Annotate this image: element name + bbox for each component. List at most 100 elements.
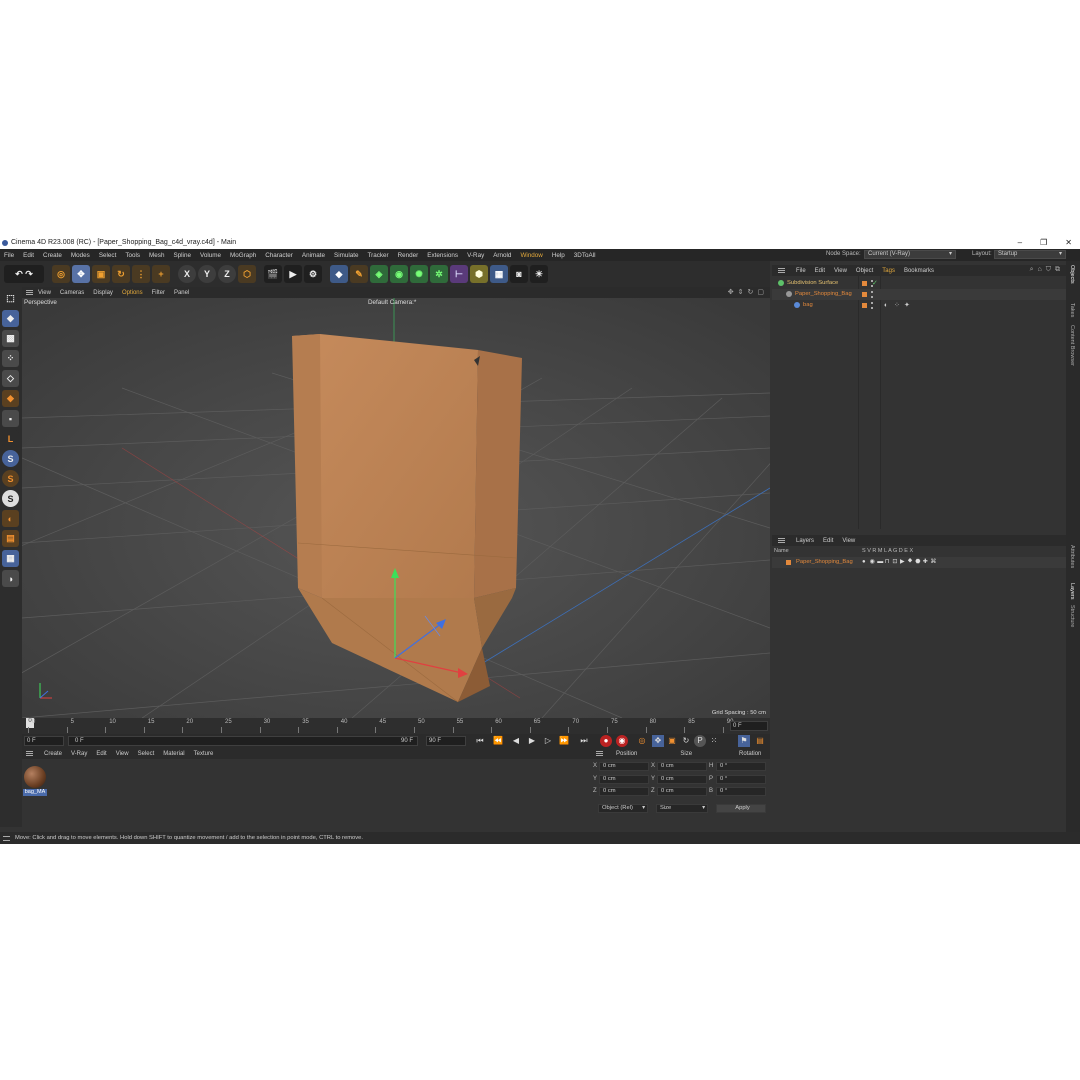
layer-generators-icon[interactable]: ⯁: [908, 557, 913, 568]
quantize-icon[interactable]: S: [2, 490, 19, 507]
coordinate-system-icon[interactable]: ⬡: [238, 265, 256, 283]
menu-simulate[interactable]: Simulate: [334, 252, 359, 259]
viewport-menu-cameras[interactable]: Cameras: [60, 290, 84, 296]
rotation-field[interactable]: 0 °: [716, 774, 766, 784]
record-icon[interactable]: ●: [600, 735, 612, 747]
visibility-dots-icon[interactable]: [871, 291, 873, 298]
visibility-dots-icon[interactable]: [871, 302, 873, 309]
rotate-icon[interactable]: ↻: [112, 265, 130, 283]
menu-select[interactable]: Select: [99, 252, 117, 259]
object-menu-object[interactable]: Object: [856, 268, 873, 274]
key-scale-icon[interactable]: ▣: [666, 735, 678, 747]
filter-icon[interactable]: ⛉: [1046, 266, 1051, 274]
workplane-icon[interactable]: ▤: [2, 530, 19, 547]
z-axis-lock-icon[interactable]: Z: [218, 265, 236, 283]
object-menu-edit[interactable]: Edit: [815, 268, 825, 274]
object-menu-view[interactable]: View: [834, 268, 847, 274]
layer-menu-icon[interactable]: [778, 538, 785, 543]
layer-render-icon[interactable]: ▬: [877, 557, 883, 568]
side-tab-attributes[interactable]: Attributes: [1069, 545, 1075, 568]
keyframe-selection-icon[interactable]: ◎: [636, 735, 648, 747]
menu-tools[interactable]: Tools: [125, 252, 140, 259]
key-parameter-icon[interactable]: P: [694, 735, 706, 747]
layout-dropdown[interactable]: Startup ▾: [994, 250, 1066, 259]
uv-mode-icon[interactable]: ▪: [2, 410, 19, 427]
minimize-button[interactable]: –: [1018, 236, 1022, 249]
object-row[interactable]: Paper_Shopping_Bag: [772, 289, 1066, 300]
snap-icon[interactable]: S: [2, 450, 19, 467]
x-axis-lock-icon[interactable]: X: [178, 265, 196, 283]
menu-animate[interactable]: Animate: [302, 252, 325, 259]
autokey-icon[interactable]: ◉: [616, 735, 628, 747]
layer-menu-edit[interactable]: Edit: [823, 538, 833, 544]
texture-mode-icon[interactable]: ▩: [2, 330, 19, 347]
layer-menu-layers[interactable]: Layers: [796, 538, 814, 544]
menu-character[interactable]: Character: [265, 252, 293, 259]
rotate-view-icon[interactable]: ↻: [748, 288, 754, 296]
y-axis-lock-icon[interactable]: Y: [198, 265, 216, 283]
layer-animation-icon[interactable]: ▶: [900, 557, 905, 568]
side-tab-layers[interactable]: Layers: [1069, 583, 1075, 600]
layer-menu-view[interactable]: View: [842, 538, 855, 544]
side-tab-content-browser[interactable]: Content Browser: [1069, 325, 1075, 366]
viewport-menu-options[interactable]: Options: [122, 290, 143, 296]
toggle-view-icon[interactable]: ▢: [757, 288, 764, 296]
pen-icon[interactable]: ✎: [350, 265, 368, 283]
rotation-field[interactable]: 0 °: [716, 787, 766, 796]
layer-color-icon[interactable]: [862, 281, 867, 286]
viewport-menu-filter[interactable]: Filter: [152, 290, 165, 296]
new-window-icon[interactable]: ⧉: [1055, 266, 1060, 274]
coordinates-menu-icon[interactable]: [596, 751, 603, 756]
menu-volume[interactable]: Volume: [200, 252, 221, 259]
menu-v-ray[interactable]: V-Ray: [467, 252, 484, 259]
object-menu-tags[interactable]: Tags: [882, 268, 895, 274]
layer-xref-icon[interactable]: ⌘: [930, 557, 936, 568]
zoom-view-icon[interactable]: ⇕: [738, 288, 744, 296]
live-selection-icon[interactable]: ◎: [52, 265, 70, 283]
key-pla-icon[interactable]: ⁙: [708, 735, 720, 747]
end-frame-field[interactable]: 90 F: [426, 736, 466, 746]
apply-button[interactable]: Apply: [716, 804, 766, 813]
node-space-dropdown[interactable]: Current (V-Ray) ▾: [864, 250, 956, 259]
size-field[interactable]: 0 cm: [657, 787, 707, 796]
camera-icon[interactable]: ◙: [510, 265, 528, 283]
key-rotation-icon[interactable]: ↻: [680, 735, 692, 747]
rotation-field[interactable]: 0 °: [716, 762, 766, 771]
layer-color-icon[interactable]: [862, 303, 867, 308]
close-button[interactable]: ✕: [1065, 236, 1072, 249]
undo-redo-icon[interactable]: ↶ ↷: [4, 265, 44, 283]
key-position-icon[interactable]: ✥: [652, 735, 664, 747]
material-menu-material[interactable]: Material: [163, 751, 184, 757]
position-field[interactable]: 0 cm: [599, 787, 649, 796]
menu-3dtoall[interactable]: 3DToAll: [574, 252, 596, 259]
material-menu-v-ray[interactable]: V-Ray: [71, 751, 87, 757]
recent-tools-icon[interactable]: ⋮: [132, 265, 150, 283]
cube-icon[interactable]: ◆: [330, 265, 348, 283]
layer-manager-icon[interactable]: ⊓: [885, 557, 890, 568]
search-icon[interactable]: ⌕: [1030, 266, 1034, 274]
light-icon[interactable]: ☀: [530, 265, 548, 283]
menu-window[interactable]: Window: [520, 252, 542, 259]
menu-extensions[interactable]: Extensions: [427, 252, 458, 259]
start-frame-field[interactable]: 0 F: [24, 736, 64, 746]
prev-frame-icon[interactable]: ◀: [510, 735, 522, 747]
material-swatch[interactable]: bag_MA: [23, 765, 47, 796]
size-mode-dropdown[interactable]: Size ▾: [656, 804, 708, 813]
next-frame-icon[interactable]: ▷: [542, 735, 554, 747]
position-field[interactable]: 0 cm: [599, 774, 649, 784]
viewport-menu-panel[interactable]: Panel: [174, 290, 189, 296]
timeline-end-field[interactable]: 0 F: [730, 721, 768, 731]
snap-settings-icon[interactable]: S: [2, 470, 19, 487]
side-tab-structure[interactable]: Structure: [1069, 605, 1075, 627]
bend-icon[interactable]: ⊢: [450, 265, 468, 283]
maximize-button[interactable]: ❐: [1040, 236, 1047, 249]
tweak-mode-icon[interactable]: ◐: [2, 510, 19, 527]
coordinate-mode-dropdown[interactable]: Object (Rel) ▾: [598, 804, 648, 813]
play-icon[interactable]: ▶: [526, 735, 538, 747]
menu-spline[interactable]: Spline: [173, 252, 191, 259]
viewport-menu-view[interactable]: View: [38, 290, 51, 296]
move-view-icon[interactable]: ✥: [728, 288, 734, 296]
object-menu-bookmarks[interactable]: Bookmarks: [904, 268, 934, 274]
timeline-window-icon[interactable]: ▤: [754, 735, 766, 747]
home-icon[interactable]: ⌂: [1038, 266, 1042, 274]
